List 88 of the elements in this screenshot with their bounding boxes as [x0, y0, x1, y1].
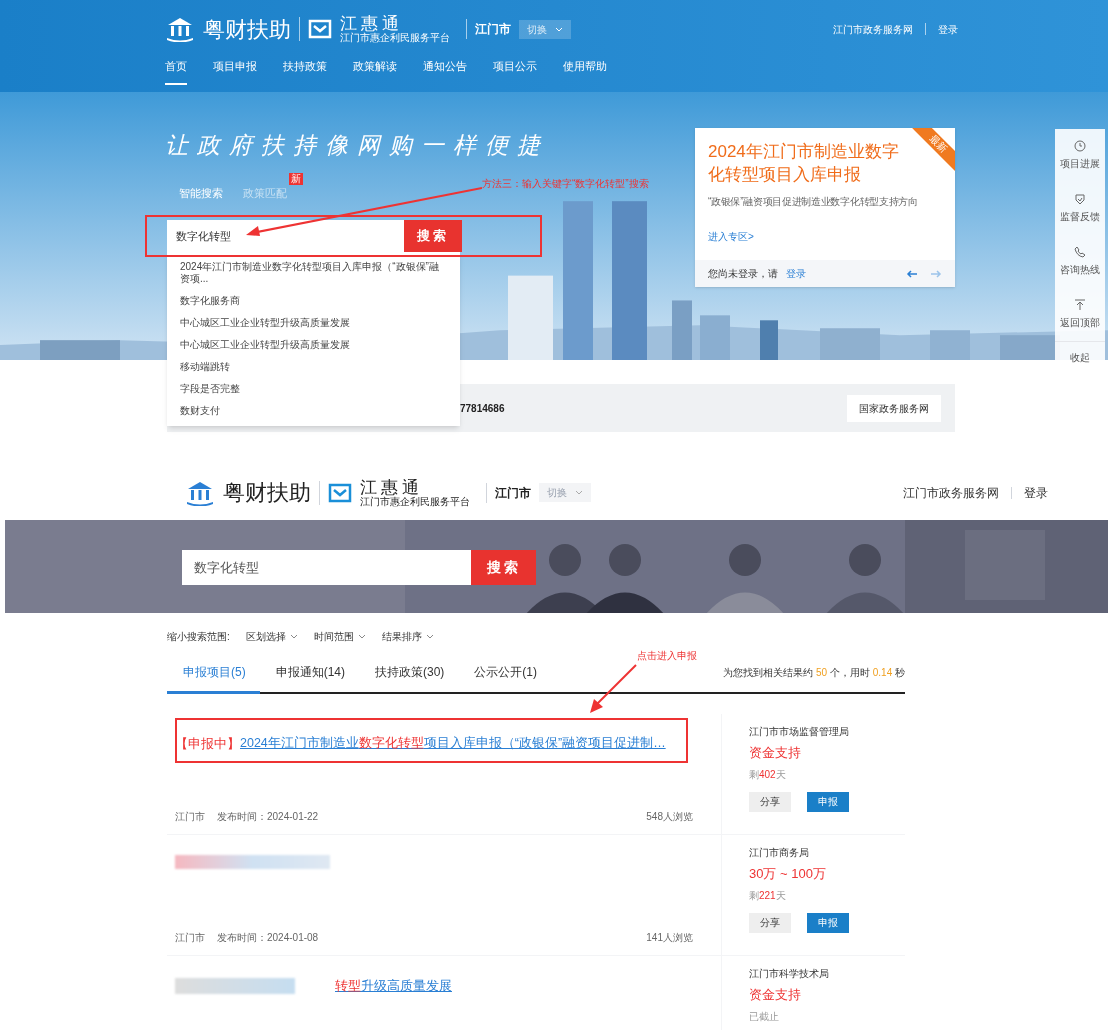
login-link[interactable]: 登录 — [786, 266, 806, 281]
temple-logo-icon — [185, 479, 215, 506]
status-label: 【申报中】 — [175, 735, 240, 753]
login-prompt: 您尚未登录，请 — [708, 267, 778, 281]
platform-subtitle: 江门市惠企利民服务平台 — [340, 32, 450, 43]
city-name: 江门市 — [495, 484, 531, 502]
filter-dropdown[interactable]: 时间范围 — [313, 629, 366, 644]
site-logo-title: 粤财扶助 — [203, 15, 291, 44]
days-remaining: 剩221天 — [749, 888, 787, 903]
gov-service-button[interactable]: 国家政务服务网 — [847, 394, 941, 422]
result-title-link[interactable]: 2024年江门市制造业数字化转型项目入库申报（“政银保”融资项目促进制… — [240, 734, 666, 754]
days-remaining: 剩402天 — [749, 767, 787, 782]
chevron-down-icon — [425, 634, 434, 639]
share-button[interactable]: 分享 — [749, 912, 791, 933]
platform-name: 江惠通 — [360, 478, 424, 496]
department-name: 江门市市场监督管理局 — [749, 725, 849, 739]
filter-label: 缩小搜索范围: — [167, 630, 230, 644]
suggestion-item[interactable]: 移动端跳转 — [167, 356, 460, 378]
publish-date: 发布时间：2024-01-08 — [217, 931, 319, 945]
nav-link[interactable]: 项目申报 — [213, 58, 257, 85]
back-to-top-icon — [1074, 299, 1086, 311]
suggestion-item[interactable]: 中心城区工业企业转型升级高质量发展 — [167, 334, 460, 356]
platform-name: 江惠通 — [340, 15, 404, 32]
card-subtitle: “政银保”融资项目促进制造业数字化转型支持方向 — [708, 195, 919, 209]
result-summary: 为您找到相关结果约 50 个，用时 0.14 秒 — [723, 666, 905, 680]
nav-link[interactable]: 政策解读 — [353, 58, 397, 85]
department-name: 江门市科学技术局 — [749, 967, 829, 981]
card-title: 2024年江门市制造业数字化转型项目入库申报 — [708, 141, 900, 186]
book-logo-icon — [308, 18, 332, 40]
department-name: 江门市商务局 — [749, 846, 810, 860]
apply-button[interactable]: 申报 — [807, 791, 849, 812]
result-title-link[interactable]: 转型升级高质量发展 — [335, 976, 452, 996]
search-button[interactable]: 搜索 — [404, 220, 462, 252]
shield-icon — [1074, 193, 1086, 205]
filter-dropdown[interactable]: 区划选择 — [245, 629, 298, 644]
chevron-down-icon — [575, 490, 583, 495]
search-field[interactable]: 数字化转型 — [182, 550, 471, 585]
suggestion-item[interactable]: 中心城区工业企业转型升级高质量发展 — [167, 312, 460, 334]
suggestion-item[interactable]: 数字化服务商 — [167, 290, 460, 312]
hero-slogan: 让政府扶持像网购一样便捷 — [165, 131, 549, 160]
funding-amount: 30万 ~ 100万 — [749, 865, 827, 883]
view-count: 548人浏览 — [646, 810, 693, 824]
side-tool[interactable]: 项目进展 — [1060, 129, 1100, 182]
book-logo-icon — [328, 481, 352, 504]
funding-amount: 资金支持 — [749, 986, 802, 1004]
side-tool[interactable]: 返回顶部 — [1060, 288, 1100, 341]
clock-icon — [1074, 140, 1086, 152]
nav-link[interactable]: 使用帮助 — [563, 58, 607, 85]
header-link[interactable]: 江门市政务服务网 — [903, 483, 999, 502]
side-tool[interactable]: 监督反馈 — [1060, 182, 1100, 235]
filter-dropdown[interactable]: 结果排序 — [381, 629, 434, 644]
header-link[interactable]: 江门市政务服务网 — [833, 21, 913, 37]
region-label: 江门市 — [175, 810, 205, 824]
search-button[interactable]: 搜索 — [471, 550, 536, 585]
nav-link[interactable]: 项目公示 — [493, 58, 537, 85]
enter-zone-link[interactable]: 进入专区> — [708, 229, 942, 244]
nav-link[interactable]: 通知公告 — [423, 58, 467, 85]
publish-date: 发布时间：2024-01-22 — [217, 810, 319, 824]
closed-label: 已截止 — [749, 1009, 780, 1024]
result-tab[interactable]: 扶持政策(30) — [359, 662, 459, 694]
phone-number: 77814686 — [460, 401, 505, 416]
arrow-left-icon[interactable] — [906, 269, 918, 278]
chevron-down-icon — [555, 26, 563, 32]
apply-button[interactable]: 申报 — [807, 912, 849, 933]
site-logo-title: 粤财扶助 — [223, 479, 311, 507]
view-count: 141人浏览 — [646, 931, 693, 945]
side-tool[interactable]: 咨询热线 — [1060, 235, 1100, 288]
chevron-down-icon — [357, 634, 366, 639]
suggestion-item[interactable]: 数财支付 — [167, 400, 460, 422]
share-button[interactable]: 分享 — [749, 791, 791, 812]
platform-subtitle: 江门市惠企利民服务平台 — [360, 495, 470, 507]
nav-link[interactable]: 扶持政策 — [283, 58, 327, 85]
annotation-text: 方法三：输入关键字“数字化转型”搜索 — [482, 177, 649, 191]
suggestion-item[interactable]: 2024年江门市制造业数字化转型项目入库申报（“政银保”融资项... — [167, 256, 460, 290]
phone-icon — [1074, 246, 1086, 258]
temple-logo-icon — [165, 16, 195, 42]
suggestion-item[interactable]: 字段是否完整 — [167, 378, 460, 400]
city-name: 江门市 — [475, 21, 511, 38]
funding-amount: 资金支持 — [749, 744, 802, 762]
result-tab[interactable]: 申报项目(5) — [167, 662, 260, 694]
search-field[interactable]: 数字化转型 — [167, 220, 404, 252]
chevron-down-icon — [289, 634, 298, 639]
region-label: 江门市 — [175, 931, 205, 945]
result-tab[interactable]: 申报通知(14) — [259, 662, 359, 694]
nav-link[interactable]: 首页 — [165, 58, 187, 85]
annotation-text: 点击进入申报 — [637, 649, 697, 663]
header-link[interactable]: 登录 — [1024, 483, 1048, 502]
result-tab[interactable]: 公示公开(1) — [458, 662, 552, 694]
